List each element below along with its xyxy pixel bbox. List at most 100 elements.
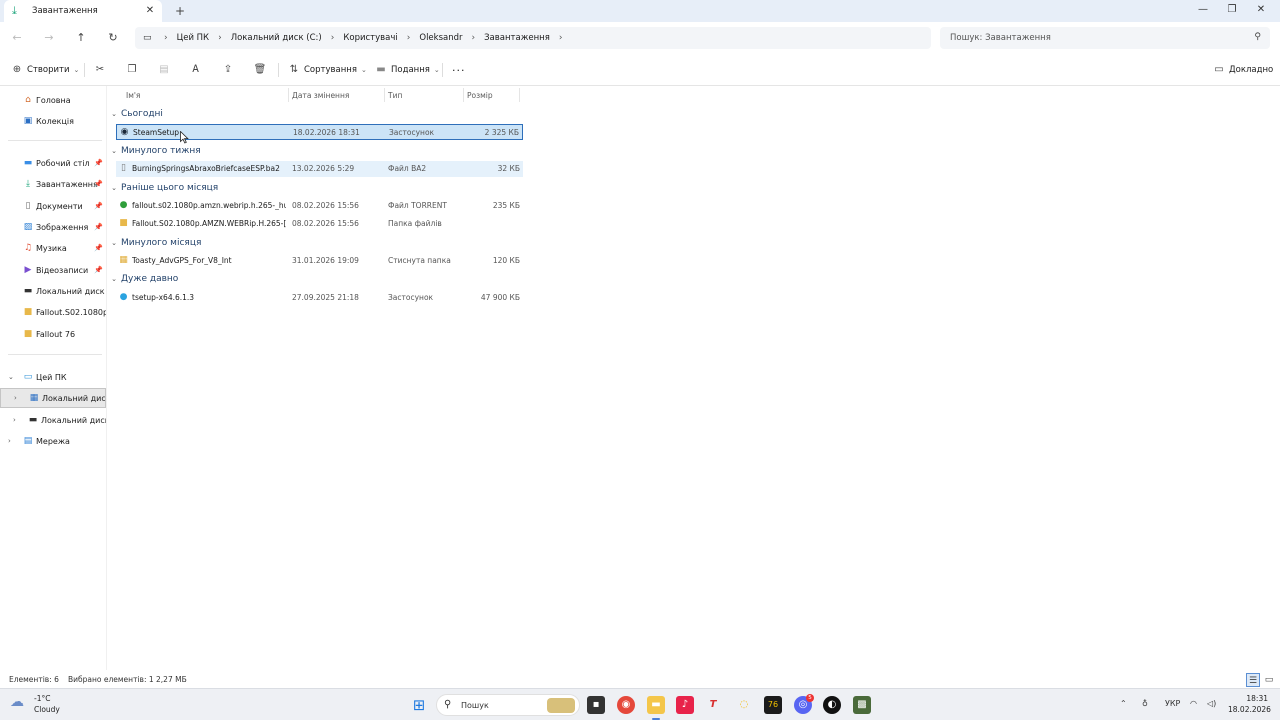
show-hidden-icons-icon[interactable]: ⌃: [1120, 699, 1127, 708]
weather-temperature[interactable]: -1°C: [34, 694, 50, 703]
sidebar-item-desktop[interactable]: ▬ Робочий стіл 📌: [0, 153, 106, 173]
sidebar-item-drive-e[interactable]: ▬ Локальний диск (E: [0, 281, 106, 301]
clock-time[interactable]: 18:31: [1238, 694, 1268, 703]
chevron-right-icon[interactable]: ›: [472, 33, 476, 43]
pin-icon[interactable]: 📌: [94, 180, 103, 188]
column-divider[interactable]: [288, 88, 289, 102]
group-header-last-month[interactable]: ⌄ Минулого місяця: [108, 235, 201, 251]
wifi-icon[interactable]: ◠: [1190, 699, 1197, 708]
sidebar-item-home[interactable]: ⌂ Головна: [0, 90, 106, 110]
group-header-earlier-this-month[interactable]: ⌄ Раніше цього місяця: [108, 180, 218, 196]
sidebar-item-local-disk-e[interactable]: › ▬ Локальний диск: [0, 410, 106, 430]
file-row-fallout-folder[interactable]: ■ Fallout.S02.1080p.AMZN.WEBRip.H.265-[.…: [116, 216, 523, 232]
paste-button[interactable]: ▤: [157, 62, 171, 78]
tiles-view-icon[interactable]: ▭: [1262, 673, 1276, 687]
microphone-icon[interactable]: ♁: [1142, 699, 1148, 708]
group-header-long-ago[interactable]: ⌄ Дуже давно: [108, 271, 178, 287]
sidebar-item-downloads[interactable]: ⤓ Завантаження 📌: [0, 174, 106, 194]
column-header-type[interactable]: Тип: [388, 89, 402, 103]
chevron-right-icon[interactable]: ›: [8, 437, 11, 445]
chevron-right-icon[interactable]: ›: [218, 33, 222, 43]
sidebar-item-fallout-76[interactable]: ■ Fallout 76: [0, 324, 106, 344]
chevron-right-icon[interactable]: ›: [331, 33, 335, 43]
address-bar[interactable]: ▭ › Цей ПК › Локальний диск (C:) › Корис…: [135, 27, 931, 49]
file-row-zip[interactable]: ▦ Toasty_AdvGPS_For_V8_Int 31.01.2026 19…: [116, 253, 523, 269]
column-header-size[interactable]: Розмір: [467, 89, 493, 103]
weather-description[interactable]: Cloudy: [34, 705, 60, 714]
file-row-torrent[interactable]: ● fallout.s02.1080p.amzn.webrip.h.265-_h…: [116, 198, 523, 214]
new-tab-button[interactable]: +: [172, 4, 188, 18]
pin-icon[interactable]: 📌: [94, 266, 103, 274]
chevron-right-icon[interactable]: ›: [407, 33, 411, 43]
game-icon[interactable]: ▩: [853, 696, 871, 714]
column-divider[interactable]: [463, 88, 464, 102]
chevron-right-icon[interactable]: ›: [13, 416, 16, 424]
details-pane-button[interactable]: ▭ Докладно: [1212, 62, 1273, 78]
sidebar-splitter[interactable]: [106, 86, 107, 670]
close-window-button[interactable]: ✕: [1253, 3, 1269, 17]
tiktok-icon[interactable]: ♪: [676, 696, 694, 714]
forward-button[interactable]: →: [41, 30, 57, 46]
sidebar-item-pictures[interactable]: ▨ Зображення 📌: [0, 217, 106, 237]
create-button[interactable]: ⊕ Створити ⌄: [10, 62, 80, 78]
column-divider[interactable]: [519, 88, 520, 102]
chevron-down-icon[interactable]: ⌄: [8, 373, 14, 381]
cloud-icon[interactable]: ☁: [10, 694, 24, 710]
file-row-tsetup[interactable]: ● tsetup-x64.6.1.3 27.09.2025 21:18 Заст…: [116, 290, 523, 306]
cut-button[interactable]: ✂: [93, 62, 107, 78]
breadcrumb-users[interactable]: Користувачі: [343, 33, 397, 43]
breadcrumb-user[interactable]: Oleksandr: [419, 33, 462, 43]
breadcrumb-this-pc[interactable]: Цей ПК: [177, 33, 209, 43]
sidebar-item-gallery[interactable]: ▣ Колекція: [0, 111, 106, 131]
breadcrumb-local-disk[interactable]: Локальний диск (C:): [231, 33, 322, 43]
chevron-right-icon[interactable]: ›: [14, 394, 17, 402]
chrome-icon[interactable]: ◉: [617, 696, 635, 714]
tab-downloads[interactable]: ⤓ Завантаження ✕: [4, 0, 162, 22]
sort-button[interactable]: ⇅ Сортування ⌄: [287, 62, 367, 78]
file-row-steamsetup[interactable]: ◉ SteamSetup 18.02.2026 18:31 Застосунок…: [116, 124, 523, 140]
view-button[interactable]: ▬ Подання ⌄: [374, 62, 440, 78]
group-header-today[interactable]: ⌄ Сьогодні: [108, 106, 163, 122]
close-tab-icon[interactable]: ✕: [144, 5, 156, 17]
pin-icon[interactable]: 📌: [94, 223, 103, 231]
sidebar-item-local-disk-c[interactable]: › ▦ Локальний диск: [0, 388, 106, 408]
clock-date[interactable]: 18.02.2026: [1228, 705, 1271, 714]
minimize-button[interactable]: —: [1195, 3, 1211, 17]
more-options-button[interactable]: ···: [452, 62, 466, 78]
sidebar-item-network[interactable]: › ▤ Мережа: [0, 431, 106, 451]
file-explorer-icon[interactable]: ▬: [647, 696, 665, 714]
sidebar-item-documents[interactable]: ▯ Документи 📌: [0, 196, 106, 216]
sidebar-item-videos[interactable]: ▶ Відеозаписи 📌: [0, 260, 106, 280]
volume-icon[interactable]: ◁): [1207, 699, 1216, 708]
sticky-app-icon[interactable]: ◌: [735, 696, 753, 714]
share-button[interactable]: ⇪: [221, 62, 235, 78]
chevron-right-icon[interactable]: ›: [164, 33, 168, 43]
sidebar-item-music[interactable]: ♫ Музика 📌: [0, 238, 106, 258]
sidebar-item-fallout-folder[interactable]: ■ Fallout.S02.1080p.A: [0, 302, 106, 322]
delete-button[interactable]: 🗑: [253, 62, 267, 78]
details-view-icon[interactable]: ☰: [1246, 673, 1260, 687]
language-indicator[interactable]: УКР: [1165, 699, 1180, 708]
pin-icon[interactable]: 📌: [94, 244, 103, 252]
up-button[interactable]: ↑: [73, 30, 89, 46]
chevron-right-icon[interactable]: ›: [559, 33, 563, 43]
column-header-date[interactable]: Дата змінення: [292, 89, 349, 103]
file-row-ba2[interactable]: ▯ BurningSpringsAbraxoBriefcaseESP.ba2 1…: [116, 161, 523, 177]
search-input[interactable]: Пошук: Завантаження ⚲: [940, 27, 1270, 49]
column-divider[interactable]: [384, 88, 385, 102]
breadcrumb-downloads[interactable]: Завантаження: [484, 33, 550, 43]
group-header-last-week[interactable]: ⌄ Минулого тижня: [108, 143, 201, 159]
refresh-button[interactable]: ↻: [105, 30, 121, 46]
typora-icon[interactable]: T: [704, 696, 722, 714]
rename-button[interactable]: Ꭺ: [189, 62, 203, 78]
task-view-icon[interactable]: ▪: [587, 696, 605, 714]
sidebar-item-this-pc[interactable]: ⌄ ▭ Цей ПК: [0, 367, 106, 387]
taskbar-search[interactable]: ⚲ Пошук: [436, 694, 580, 716]
copy-button[interactable]: ❐: [125, 62, 139, 78]
pin-icon[interactable]: 📌: [94, 159, 103, 167]
github-desktop-icon[interactable]: ◐: [823, 696, 841, 714]
windows-start-icon[interactable]: ⊞: [410, 696, 428, 714]
column-header-name[interactable]: Ім'я: [126, 89, 140, 103]
maximize-button[interactable]: ❐: [1224, 3, 1240, 17]
back-button[interactable]: ←: [9, 30, 25, 46]
